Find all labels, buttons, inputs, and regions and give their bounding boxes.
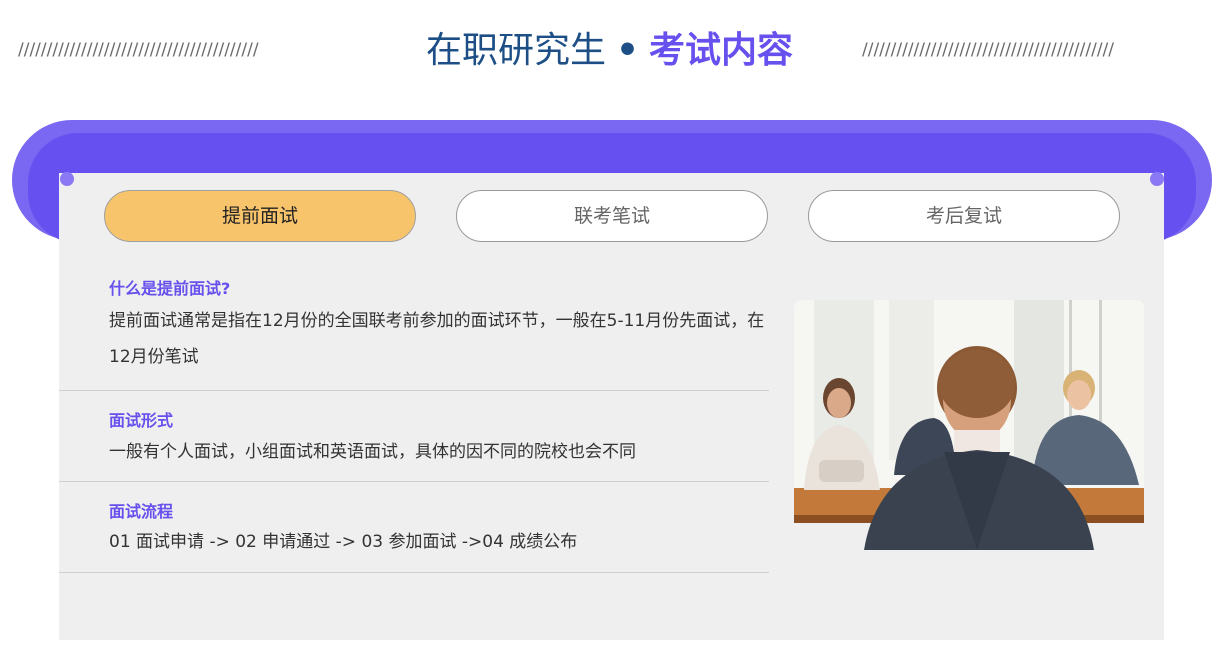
section-title-process: 面试流程 [109, 502, 174, 521]
interview-photo [794, 300, 1144, 550]
title-separator: • [615, 30, 639, 71]
title-part-1: 在职研究生 [425, 30, 606, 71]
section-body-process: 01 面试申请 -> 02 申请通过 -> 03 参加面试 ->04 成绩公布 [109, 532, 578, 552]
divider [59, 572, 769, 573]
title-part-2: 考试内容 [649, 30, 794, 71]
section-body-what-is: 提前面试通常是指在12月份的全国联考前参加的面试环节，一般在5-11月份先面试，… [109, 311, 765, 367]
frame-knob-right [1150, 172, 1164, 186]
section-title-what-is: 什么是提前面试? [109, 279, 231, 298]
tab-joint-exam[interactable]: 联考笔试 [456, 190, 768, 242]
decorative-slashes-right: ////////////////////////////////////////… [862, 40, 1115, 60]
section-title-format: 面试形式 [109, 411, 174, 430]
divider [59, 390, 769, 391]
divider [59, 481, 769, 482]
interview-photo-illustration [794, 300, 1144, 550]
frame-knob-left [60, 172, 74, 186]
tab-early-interview[interactable]: 提前面试 [104, 190, 416, 242]
section-body-format: 一般有个人面试，小组面试和英语面试，具体的因不同的院校也会不同 [109, 442, 636, 462]
tab-retest[interactable]: 考后复试 [808, 190, 1120, 242]
